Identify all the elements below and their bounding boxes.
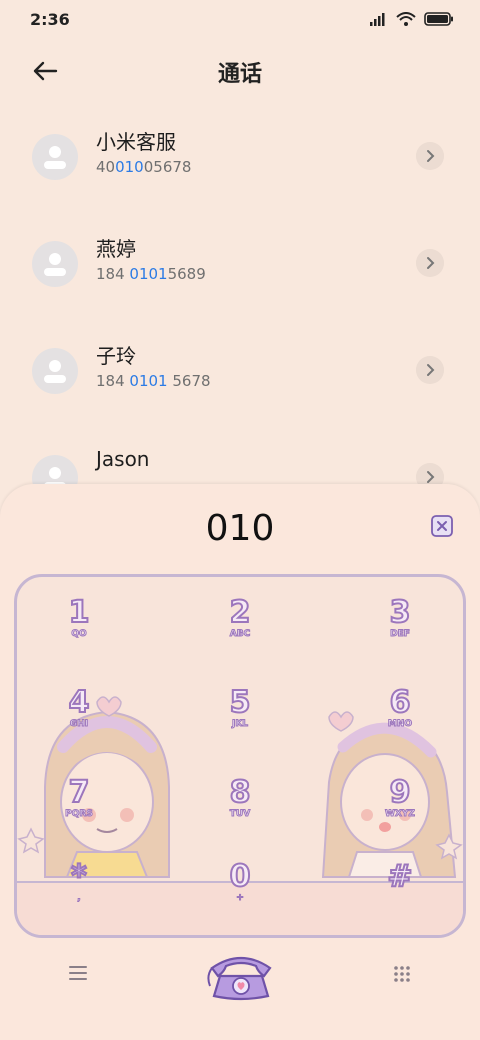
key-6[interactable]: 6 MNO [355, 686, 445, 757]
chevron-right-icon[interactable] [416, 142, 444, 170]
person-icon [44, 253, 66, 276]
avatar [32, 134, 78, 180]
key-star[interactable]: * , [34, 860, 124, 931]
key-1[interactable]: 1 QO [34, 596, 124, 667]
key-0[interactable]: 0 + [195, 860, 285, 931]
key-5[interactable]: 5 JKL [195, 686, 285, 757]
backspace-icon[interactable] [430, 514, 454, 538]
contact-name: 小米客服 [96, 130, 176, 154]
status-time: 2:36 [30, 10, 70, 29]
key-8[interactable]: 8 TUV [195, 776, 285, 847]
dialed-number: 010 [205, 508, 275, 549]
person-icon [44, 360, 66, 383]
key-2[interactable]: 2 ABC [195, 596, 285, 667]
person-icon [44, 146, 66, 169]
dialer-action-bar [0, 946, 480, 1006]
key-hash[interactable]: # [355, 860, 445, 931]
chevron-right-icon[interactable] [416, 249, 444, 277]
signal-icon [370, 13, 385, 26]
avatar [32, 348, 78, 394]
contact-number: 4001005678 [96, 158, 192, 176]
contact-number: 184 0101 5678 [96, 372, 211, 390]
keypad: 1 QO 2 ABC 3 DEF 4 GHI 5 JKL 6 MNO 7 PQR… [14, 574, 466, 938]
contact-row[interactable]: 燕婷 184 01015689 [0, 237, 480, 321]
contact-row[interactable]: 小米客服 4001005678 [0, 130, 480, 214]
status-icons [370, 12, 454, 26]
contact-row[interactable]: 子玲 184 0101 5678 [0, 344, 480, 428]
key-4[interactable]: 4 GHI [34, 686, 124, 757]
key-3[interactable]: 3 DEF [355, 596, 445, 667]
avatar [32, 241, 78, 287]
contact-name: Jason [96, 447, 150, 471]
key-9[interactable]: 9 WXYZ [355, 776, 445, 847]
battery-icon [424, 12, 453, 26]
telephone-icon[interactable] [206, 946, 276, 1002]
contact-number: 184 01015689 [96, 265, 206, 283]
page-title: 通话 [217, 62, 262, 87]
contact-name: 燕婷 [96, 237, 136, 261]
menu-icon[interactable] [68, 964, 88, 982]
header: 通话 [0, 50, 480, 90]
wifi-icon [396, 12, 416, 26]
chevron-right-icon[interactable] [416, 356, 444, 384]
keypad-icon[interactable] [392, 964, 412, 984]
key-7[interactable]: 7 PQRS [34, 776, 124, 847]
contact-name: 子玲 [96, 344, 136, 368]
status-bar: 2:36 [0, 0, 480, 40]
